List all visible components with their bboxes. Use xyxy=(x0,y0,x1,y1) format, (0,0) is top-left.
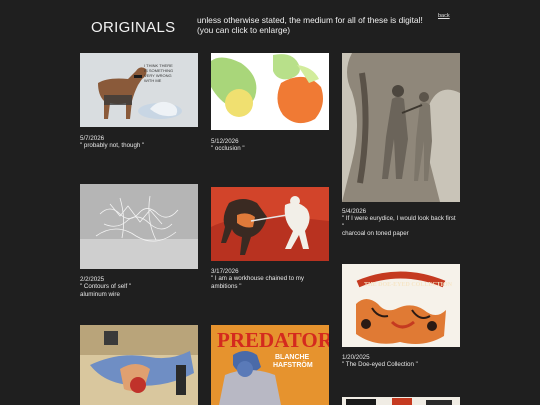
artwork-meta-6: 1/20/2025 " The Doe-eyed Collection " xyxy=(342,354,418,369)
workhouse-artwork-image xyxy=(211,187,329,261)
dog-thumb-text-line4: WITH ME xyxy=(144,78,162,83)
artwork-thumbnail-probably-not[interactable]: I THINK THERE IS SOMETHING VERY WRONG WI… xyxy=(80,53,198,127)
artwork-medium: aluminum wire xyxy=(80,290,120,298)
artwork-date: 3/17/2026 xyxy=(211,268,239,275)
artwork-thumbnail-eurydice[interactable] xyxy=(342,53,460,202)
predator-artwork-image: PREDATOR BLANCHE HAFSTRÖM xyxy=(211,325,329,405)
artwork-thumbnail-predator-poster[interactable]: PREDATOR BLANCHE HAFSTRÖM xyxy=(211,325,329,405)
page-title: ORIGINALS xyxy=(91,19,176,36)
artwork-thumbnail-occlusion[interactable] xyxy=(211,53,329,130)
lounging-artwork-image xyxy=(80,325,198,405)
artwork-caption: " If I were eurydice, I would look back … xyxy=(342,215,456,223)
artwork-date: 1/20/2025 xyxy=(342,354,370,361)
artwork-date: 5/7/2026 xyxy=(80,135,105,142)
predator-thumb-sub1: BLANCHE xyxy=(275,354,310,361)
artwork-caption: " The Doe-eyed Collection " xyxy=(342,361,418,369)
artwork-thumbnail-doe-eyed-collection[interactable]: THE DOE-EYED COLLECTION xyxy=(342,264,460,347)
back-link[interactable]: back xyxy=(438,13,450,19)
partial-artwork-image xyxy=(342,397,460,405)
dog-artwork-image: I THINK THERE IS SOMETHING VERY WRONG WI… xyxy=(80,53,198,127)
artwork-meta-4: 2/2/2025 " Contours of self " aluminum w… xyxy=(80,276,131,298)
artwork-meta-3: 5/4/2026 " If I were eurydice, I would l… xyxy=(342,208,456,238)
artwork-caption: " Contours of self " xyxy=(80,283,132,291)
artwork-thumbnail-contours-of-self[interactable] xyxy=(80,184,198,269)
artwork-caption-cont: " xyxy=(342,222,345,230)
doe-thumb-title: THE DOE-EYED COLLECTION xyxy=(364,282,453,288)
artwork-caption: " occlusion " xyxy=(211,145,245,153)
artwork-meta-1: 5/7/2026 " probably not, though " xyxy=(80,135,144,150)
artwork-thumbnail-workhouse[interactable] xyxy=(211,187,329,261)
artwork-meta-5: 3/17/2026 " I am a workhouse chained to … xyxy=(211,268,304,290)
occlusion-artwork-image xyxy=(211,53,329,130)
artwork-thumbnail-lounging-figure[interactable] xyxy=(80,325,198,405)
notice-line-2: (you can click to enlarge) xyxy=(197,25,291,35)
eurydice-artwork-image xyxy=(342,53,460,202)
predator-thumb-title: PREDATOR xyxy=(217,328,329,352)
artwork-date: 5/12/2026 xyxy=(211,138,239,145)
artwork-caption-cont: ambitions " xyxy=(211,282,242,290)
artwork-caption: " I am a workhouse chained to my xyxy=(211,275,304,283)
artwork-date: 2/2/2025 xyxy=(80,276,105,283)
artwork-medium: charcoal on toned paper xyxy=(342,230,409,238)
medium-notice: unless otherwise stated, the medium for … xyxy=(197,15,423,35)
doe-eyed-artwork-image: THE DOE-EYED COLLECTION xyxy=(342,264,460,347)
artwork-meta-2: 5/12/2026 " occlusion " xyxy=(211,138,245,153)
predator-thumb-sub2: HAFSTRÖM xyxy=(273,360,313,369)
artwork-thumbnail-partial[interactable] xyxy=(342,397,460,405)
wire-artwork-image xyxy=(80,184,198,269)
notice-line-1: unless otherwise stated, the medium for … xyxy=(197,15,423,25)
artwork-date: 5/4/2026 xyxy=(342,208,367,215)
artwork-caption: " probably not, though " xyxy=(80,142,145,150)
